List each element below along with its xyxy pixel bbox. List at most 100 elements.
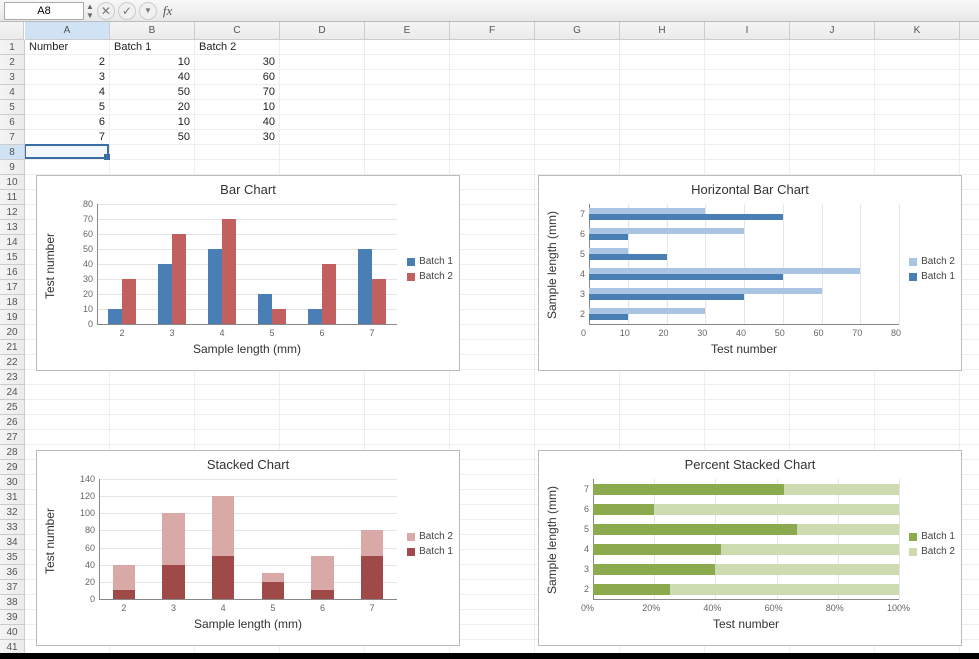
cell[interactable] xyxy=(705,415,790,429)
cell[interactable]: 30 xyxy=(195,130,280,144)
cancel-icon[interactable]: ✕ xyxy=(97,2,115,20)
bar-chart[interactable]: Bar Chart Test number 010203040506070802… xyxy=(36,175,460,371)
cell[interactable] xyxy=(195,400,280,414)
row-header[interactable]: 32 xyxy=(0,505,24,520)
cell[interactable] xyxy=(280,385,365,399)
cell[interactable] xyxy=(450,610,535,624)
row-header[interactable]: 6 xyxy=(0,115,24,130)
cell[interactable] xyxy=(280,70,365,84)
cell[interactable] xyxy=(620,385,705,399)
cell[interactable] xyxy=(705,100,790,114)
cell[interactable] xyxy=(620,400,705,414)
cell[interactable]: Number xyxy=(25,40,110,54)
cell[interactable] xyxy=(450,385,535,399)
column-header[interactable]: E xyxy=(365,22,450,39)
row-header[interactable]: 36 xyxy=(0,565,24,580)
cell[interactable] xyxy=(705,145,790,159)
cell[interactable] xyxy=(450,430,535,444)
cell[interactable] xyxy=(365,115,450,129)
cell[interactable] xyxy=(535,385,620,399)
cell[interactable]: 7 xyxy=(25,130,110,144)
cell[interactable] xyxy=(535,70,620,84)
cell[interactable] xyxy=(280,400,365,414)
name-box-dropdown-icon[interactable]: ▲▼ xyxy=(86,2,94,20)
row-header[interactable]: 31 xyxy=(0,490,24,505)
cell[interactable] xyxy=(535,415,620,429)
cell[interactable] xyxy=(705,40,790,54)
cell[interactable] xyxy=(875,385,960,399)
cell[interactable]: 10 xyxy=(110,55,195,69)
column-header[interactable]: G xyxy=(535,22,620,39)
cell[interactable] xyxy=(450,85,535,99)
column-header[interactable]: H xyxy=(620,22,705,39)
cell[interactable]: 10 xyxy=(110,115,195,129)
cell[interactable] xyxy=(25,145,110,159)
cell[interactable] xyxy=(450,205,535,219)
cell[interactable] xyxy=(450,235,535,249)
cell[interactable] xyxy=(280,85,365,99)
row-header[interactable]: 40 xyxy=(0,625,24,640)
cell[interactable] xyxy=(620,430,705,444)
cell[interactable] xyxy=(875,400,960,414)
row-header[interactable]: 3 xyxy=(0,70,24,85)
cell[interactable] xyxy=(365,430,450,444)
cell[interactable] xyxy=(450,565,535,579)
cell[interactable] xyxy=(705,385,790,399)
row-header[interactable]: 37 xyxy=(0,580,24,595)
cell[interactable] xyxy=(705,55,790,69)
cell[interactable] xyxy=(535,115,620,129)
cell[interactable] xyxy=(790,55,875,69)
cell[interactable] xyxy=(450,490,535,504)
cell[interactable] xyxy=(875,40,960,54)
cell[interactable] xyxy=(705,400,790,414)
cell[interactable] xyxy=(875,70,960,84)
stacked-chart[interactable]: Stacked Chart Test number 02040608010012… xyxy=(36,450,460,646)
row-header[interactable]: 1 xyxy=(0,40,24,55)
column-header[interactable]: D xyxy=(280,22,365,39)
cell[interactable] xyxy=(195,370,280,384)
cell[interactable] xyxy=(875,430,960,444)
cell[interactable] xyxy=(875,415,960,429)
row-header[interactable]: 19 xyxy=(0,310,24,325)
percent-stacked-chart[interactable]: Percent Stacked Chart Sample length (mm)… xyxy=(538,450,962,646)
column-header[interactable]: F xyxy=(450,22,535,39)
row-header[interactable]: 25 xyxy=(0,400,24,415)
row-header[interactable]: 33 xyxy=(0,520,24,535)
row-header[interactable]: 16 xyxy=(0,265,24,280)
cell[interactable]: 6 xyxy=(25,115,110,129)
column-header[interactable]: C xyxy=(195,22,280,39)
cell[interactable] xyxy=(790,370,875,384)
cell[interactable] xyxy=(790,85,875,99)
cell[interactable] xyxy=(875,130,960,144)
cell[interactable] xyxy=(535,430,620,444)
cell[interactable] xyxy=(790,130,875,144)
cell[interactable] xyxy=(450,400,535,414)
cell[interactable] xyxy=(790,160,875,174)
formula-input[interactable] xyxy=(178,2,975,20)
cell[interactable] xyxy=(620,145,705,159)
cell[interactable] xyxy=(790,415,875,429)
column-header[interactable]: J xyxy=(790,22,875,39)
cell[interactable] xyxy=(450,145,535,159)
cell[interactable] xyxy=(450,580,535,594)
cell[interactable] xyxy=(280,130,365,144)
row-header[interactable]: 23 xyxy=(0,370,24,385)
row-header[interactable]: 14 xyxy=(0,235,24,250)
cell[interactable] xyxy=(535,400,620,414)
row-header[interactable]: 35 xyxy=(0,550,24,565)
cell[interactable] xyxy=(450,355,535,369)
cell[interactable] xyxy=(25,385,110,399)
cell[interactable] xyxy=(365,385,450,399)
cell[interactable]: 50 xyxy=(110,85,195,99)
cell[interactable]: Batch 2 xyxy=(195,40,280,54)
row-header[interactable]: 7 xyxy=(0,130,24,145)
cell[interactable] xyxy=(450,130,535,144)
row-header[interactable]: 20 xyxy=(0,325,24,340)
cell[interactable] xyxy=(620,160,705,174)
cell[interactable] xyxy=(620,115,705,129)
cell[interactable] xyxy=(450,160,535,174)
row-header[interactable]: 5 xyxy=(0,100,24,115)
cell[interactable] xyxy=(25,400,110,414)
cell[interactable] xyxy=(195,385,280,399)
cell[interactable] xyxy=(705,130,790,144)
